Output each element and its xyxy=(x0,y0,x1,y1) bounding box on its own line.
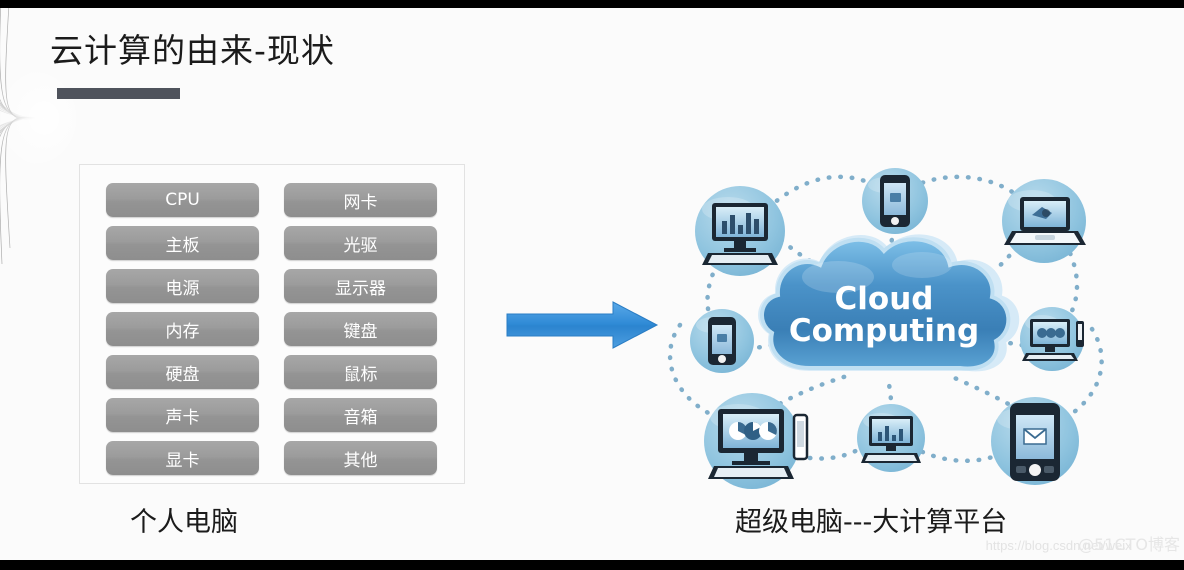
smartphone-icon xyxy=(880,175,910,227)
node-desktop-pie-chart[interactable] xyxy=(704,393,809,489)
slide-canvas: 云计算的由来-现状 CPU 主板 电源 内存 硬盘 声卡 显卡 网卡 光驱 显示… xyxy=(0,8,1184,560)
title-underline xyxy=(57,88,180,99)
component-pill[interactable]: 键盘 xyxy=(284,312,437,346)
right-panel-caption: 超级电脑---大计算平台 xyxy=(735,507,1008,538)
tablet-mail-icon xyxy=(1010,403,1060,481)
component-pill[interactable]: 主板 xyxy=(106,226,259,260)
desktop-computer-icon xyxy=(861,416,921,463)
component-pill[interactable]: CPU xyxy=(106,183,259,217)
node-tablet-mail[interactable] xyxy=(991,397,1079,485)
right-arrow-icon xyxy=(506,301,659,349)
component-pill[interactable]: 鼠标 xyxy=(284,355,437,389)
component-pill[interactable]: 网卡 xyxy=(284,183,437,217)
page-title: 云计算的由来-现状 xyxy=(50,31,335,70)
watermark: https://blog.csdn.net/weix @51CTO博客 xyxy=(986,534,1180,556)
component-pill[interactable]: 音箱 xyxy=(284,398,437,432)
mail-icon xyxy=(1023,428,1047,445)
component-pill[interactable]: 显示器 xyxy=(284,269,437,303)
node-desktop-bottom[interactable] xyxy=(857,404,925,472)
node-desktop-small-right[interactable] xyxy=(1020,307,1084,371)
cloud-title-line1: Cloud xyxy=(835,281,934,317)
node-laptop[interactable] xyxy=(1002,179,1086,263)
watermark-brand: @51CTO博客 xyxy=(1078,535,1180,554)
node-desktop-bar-chart[interactable] xyxy=(695,186,785,276)
cloud-title-line2: Computing xyxy=(789,313,979,349)
component-pill[interactable]: 硬盘 xyxy=(106,355,259,389)
component-pill[interactable]: 内存 xyxy=(106,312,259,346)
component-pill[interactable]: 其他 xyxy=(284,441,437,475)
cloud-computing-diagram: Cloud Computing xyxy=(667,168,1104,489)
smartphone-icon xyxy=(708,317,736,365)
component-pill[interactable]: 显卡 xyxy=(106,441,259,475)
left-panel-caption: 个人电脑 xyxy=(130,507,238,538)
component-pill[interactable]: 光驱 xyxy=(284,226,437,260)
node-smartphone-top[interactable] xyxy=(862,168,928,234)
node-smartphone-left[interactable] xyxy=(690,309,754,373)
pc-components-panel: CPU 主板 电源 内存 硬盘 声卡 显卡 网卡 光驱 显示器 键盘 鼠标 音箱… xyxy=(79,164,465,484)
component-pill[interactable]: 电源 xyxy=(106,269,259,303)
components-column-right: 网卡 光驱 显示器 键盘 鼠标 音箱 其他 xyxy=(284,183,437,484)
components-column-left: CPU 主板 电源 内存 硬盘 声卡 显卡 xyxy=(106,183,259,484)
desktop-computer-icon xyxy=(702,203,778,265)
component-pill[interactable]: 声卡 xyxy=(106,398,259,432)
